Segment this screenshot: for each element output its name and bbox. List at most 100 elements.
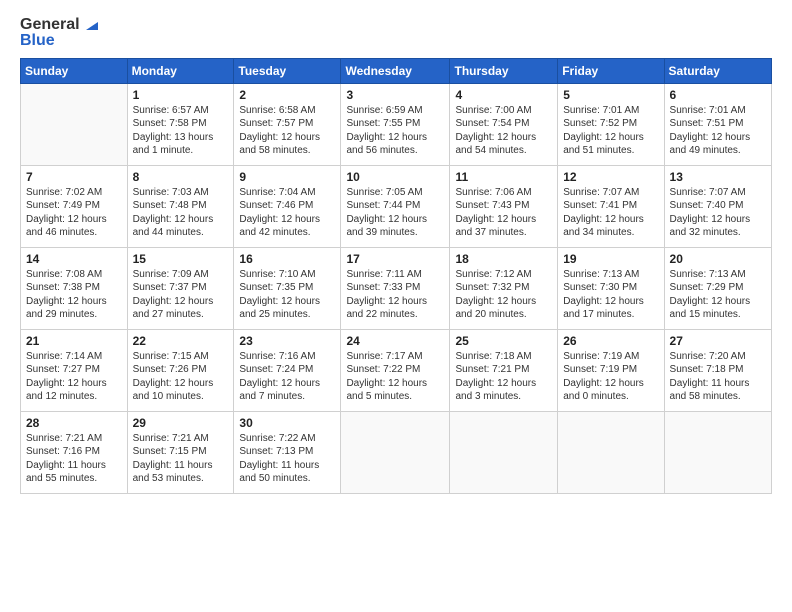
calendar-table: SundayMondayTuesdayWednesdayThursdayFrid…	[20, 58, 772, 494]
day-info: Sunrise: 7:14 AM Sunset: 7:27 PM Dayligh…	[26, 350, 122, 404]
calendar-cell: 30Sunrise: 7:22 AM Sunset: 7:13 PM Dayli…	[234, 411, 341, 493]
day-info: Sunrise: 7:17 AM Sunset: 7:22 PM Dayligh…	[346, 350, 444, 404]
day-number: 21	[26, 334, 122, 348]
day-number: 12	[563, 170, 658, 184]
calendar-cell: 8 Sunrise: 7:03 AM Sunset: 7:48 PM Daylig…	[127, 165, 234, 247]
calendar-cell: 21 Sunrise: 7:14 AM Sunset: 7:27 PM Dayli…	[21, 329, 128, 411]
day-number: 9	[239, 170, 335, 184]
calendar-cell: 24 Sunrise: 7:17 AM Sunset: 7:22 PM Dayli…	[341, 329, 450, 411]
day-info: Sunrise: 7:21 AM Sunset: 7:16 PM Dayligh…	[26, 432, 122, 486]
calendar-cell: 26 Sunrise: 7:19 AM Sunset: 7:19 PM Dayli…	[558, 329, 664, 411]
calendar-cell	[450, 411, 558, 493]
calendar-cell	[21, 83, 128, 165]
calendar-cell: 18 Sunrise: 7:12 AM Sunset: 7:32 PM Dayli…	[450, 247, 558, 329]
calendar-cell: 29 Sunrise: 7:21 AM Sunset: 7:15 PM Dayli…	[127, 411, 234, 493]
calendar-week-row: 14 Sunrise: 7:08 AM Sunset: 7:38 PM Dayli…	[21, 247, 772, 329]
calendar-cell: 14 Sunrise: 7:08 AM Sunset: 7:38 PM Dayli…	[21, 247, 128, 329]
calendar-week-row: 1 Sunrise: 6:57 AM Sunset: 7:58 PM Daylig…	[21, 83, 772, 165]
day-info: Sunrise: 7:10 AM Sunset: 7:35 PM Dayligh…	[239, 268, 335, 322]
calendar-week-row: 7 Sunrise: 7:02 AM Sunset: 7:49 PM Daylig…	[21, 165, 772, 247]
calendar-header-row: SundayMondayTuesdayWednesdayThursdayFrid…	[21, 58, 772, 83]
day-number: 7	[26, 170, 122, 184]
day-number: 14	[26, 252, 122, 266]
weekday-header: Wednesday	[341, 58, 450, 83]
calendar-cell: 17 Sunrise: 7:11 AM Sunset: 7:33 PM Dayli…	[341, 247, 450, 329]
calendar-cell: 16 Sunrise: 7:10 AM Sunset: 7:35 PM Dayli…	[234, 247, 341, 329]
day-number: 27	[670, 334, 766, 348]
day-number: 24	[346, 334, 444, 348]
day-info: Sunrise: 7:16 AM Sunset: 7:24 PM Dayligh…	[239, 350, 335, 404]
day-number: 26	[563, 334, 658, 348]
calendar-cell: 1 Sunrise: 6:57 AM Sunset: 7:58 PM Daylig…	[127, 83, 234, 165]
day-number: 2	[239, 88, 335, 102]
calendar-cell: 27 Sunrise: 7:20 AM Sunset: 7:18 PM Dayli…	[664, 329, 771, 411]
day-info: Sunrise: 7:03 AM Sunset: 7:48 PM Dayligh…	[133, 186, 229, 240]
day-info: Sunrise: 7:01 AM Sunset: 7:51 PM Dayligh…	[670, 104, 766, 158]
day-info: Sunrise: 7:22 AM Sunset: 7:13 PM Dayligh…	[239, 432, 335, 486]
calendar-cell: 28 Sunrise: 7:21 AM Sunset: 7:16 PM Dayli…	[21, 411, 128, 493]
calendar-cell: 19Sunrise: 7:13 AM Sunset: 7:30 PM Dayli…	[558, 247, 664, 329]
weekday-header: Thursday	[450, 58, 558, 83]
day-number: 28	[26, 416, 122, 430]
day-info: Sunrise: 7:18 AM Sunset: 7:21 PM Dayligh…	[455, 350, 552, 404]
calendar-cell: 9 Sunrise: 7:04 AM Sunset: 7:46 PM Daylig…	[234, 165, 341, 247]
day-info: Sunrise: 7:07 AM Sunset: 7:40 PM Dayligh…	[670, 186, 766, 240]
calendar-week-row: 28 Sunrise: 7:21 AM Sunset: 7:16 PM Dayli…	[21, 411, 772, 493]
calendar-cell: 15 Sunrise: 7:09 AM Sunset: 7:37 PM Dayli…	[127, 247, 234, 329]
day-number: 4	[455, 88, 552, 102]
calendar-cell: 6 Sunrise: 7:01 AM Sunset: 7:51 PM Daylig…	[664, 83, 771, 165]
page-header: General Blue	[20, 16, 772, 50]
day-number: 17	[346, 252, 444, 266]
weekday-header: Friday	[558, 58, 664, 83]
logo-container: General Blue	[20, 16, 102, 50]
day-info: Sunrise: 6:59 AM Sunset: 7:55 PM Dayligh…	[346, 104, 444, 158]
day-number: 19	[563, 252, 658, 266]
day-number: 16	[239, 252, 335, 266]
day-number: 8	[133, 170, 229, 184]
logo: General Blue	[20, 16, 102, 50]
weekday-header: Tuesday	[234, 58, 341, 83]
day-info: Sunrise: 7:13 AM Sunset: 7:29 PM Dayligh…	[670, 268, 766, 322]
day-info: Sunrise: 6:57 AM Sunset: 7:58 PM Dayligh…	[133, 104, 229, 158]
day-info: Sunrise: 7:05 AM Sunset: 7:44 PM Dayligh…	[346, 186, 444, 240]
calendar-cell: 5Sunrise: 7:01 AM Sunset: 7:52 PM Daylig…	[558, 83, 664, 165]
day-info: Sunrise: 7:12 AM Sunset: 7:32 PM Dayligh…	[455, 268, 552, 322]
calendar-cell: 20 Sunrise: 7:13 AM Sunset: 7:29 PM Dayli…	[664, 247, 771, 329]
calendar-cell	[341, 411, 450, 493]
day-number: 1	[133, 88, 229, 102]
day-number: 22	[133, 334, 229, 348]
calendar-cell: 2 Sunrise: 6:58 AM Sunset: 7:57 PM Daylig…	[234, 83, 341, 165]
day-info: Sunrise: 7:21 AM Sunset: 7:15 PM Dayligh…	[133, 432, 229, 486]
day-number: 23	[239, 334, 335, 348]
day-info: Sunrise: 7:19 AM Sunset: 7:19 PM Dayligh…	[563, 350, 658, 404]
day-info: Sunrise: 7:15 AM Sunset: 7:26 PM Dayligh…	[133, 350, 229, 404]
day-info: Sunrise: 7:20 AM Sunset: 7:18 PM Dayligh…	[670, 350, 766, 404]
day-info: Sunrise: 7:04 AM Sunset: 7:46 PM Dayligh…	[239, 186, 335, 240]
day-info: Sunrise: 7:02 AM Sunset: 7:49 PM Dayligh…	[26, 186, 122, 240]
day-info: Sunrise: 7:06 AM Sunset: 7:43 PM Dayligh…	[455, 186, 552, 240]
calendar-cell: 22 Sunrise: 7:15 AM Sunset: 7:26 PM Dayli…	[127, 329, 234, 411]
weekday-header: Monday	[127, 58, 234, 83]
weekday-header: Sunday	[21, 58, 128, 83]
day-number: 18	[455, 252, 552, 266]
logo-blue: Blue	[20, 32, 102, 50]
day-info: Sunrise: 7:08 AM Sunset: 7:38 PM Dayligh…	[26, 268, 122, 322]
calendar-cell: 4 Sunrise: 7:00 AM Sunset: 7:54 PM Daylig…	[450, 83, 558, 165]
day-info: Sunrise: 7:11 AM Sunset: 7:33 PM Dayligh…	[346, 268, 444, 322]
day-number: 6	[670, 88, 766, 102]
calendar-cell: 3Sunrise: 6:59 AM Sunset: 7:55 PM Daylig…	[341, 83, 450, 165]
day-info: Sunrise: 6:58 AM Sunset: 7:57 PM Dayligh…	[239, 104, 335, 158]
calendar-cell: 10Sunrise: 7:05 AM Sunset: 7:44 PM Dayli…	[341, 165, 450, 247]
day-info: Sunrise: 7:00 AM Sunset: 7:54 PM Dayligh…	[455, 104, 552, 158]
calendar-cell: 23 Sunrise: 7:16 AM Sunset: 7:24 PM Dayli…	[234, 329, 341, 411]
calendar-cell: 11Sunrise: 7:06 AM Sunset: 7:43 PM Dayli…	[450, 165, 558, 247]
day-number: 20	[670, 252, 766, 266]
day-number: 25	[455, 334, 552, 348]
day-number: 15	[133, 252, 229, 266]
day-number: 5	[563, 88, 658, 102]
weekday-header: Saturday	[664, 58, 771, 83]
logo-arrow-icon	[82, 14, 102, 34]
day-number: 29	[133, 416, 229, 430]
day-info: Sunrise: 7:09 AM Sunset: 7:37 PM Dayligh…	[133, 268, 229, 322]
calendar-cell: 13Sunrise: 7:07 AM Sunset: 7:40 PM Dayli…	[664, 165, 771, 247]
